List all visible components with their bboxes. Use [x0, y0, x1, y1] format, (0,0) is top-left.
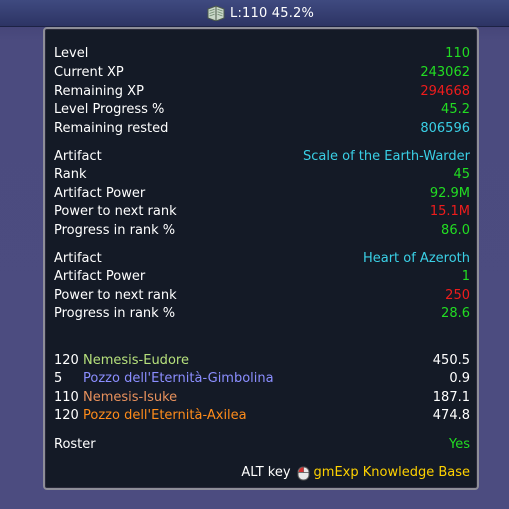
- artifact-rank-value: 45: [453, 167, 470, 182]
- mouse-icon: [297, 466, 310, 480]
- experience-broker[interactable]: L:110 45.2%: [206, 4, 314, 22]
- remaining-rested-row: Remaining rested 806596: [54, 120, 470, 138]
- character-name: Nemesis-Eudore: [83, 353, 189, 368]
- character-level: 5: [54, 371, 63, 386]
- character-level: 120: [54, 408, 79, 423]
- roster-row: Roster Yes: [54, 436, 470, 454]
- book-icon: [207, 5, 225, 21]
- level-progress-row: Level Progress % 45.2: [54, 101, 470, 119]
- character-row: 110 Nemesis-Isuke 187.1: [54, 389, 470, 407]
- alt-key-row: ALT key gmExp Knowledge Base: [54, 464, 470, 482]
- alt-key-label: ALT key: [241, 465, 291, 480]
- character-value: 474.8: [432, 408, 470, 423]
- level-progress-label: L:110 45.2%: [230, 5, 315, 21]
- artifact-label: Artifact: [54, 149, 102, 164]
- artifact-power-value: 92.9M: [429, 186, 470, 201]
- heart-next-rank-label: Power to next rank: [54, 288, 177, 303]
- character-value: 0.9: [449, 371, 470, 386]
- heart-power-label: Artifact Power: [54, 269, 146, 284]
- level-label: Level: [54, 46, 89, 61]
- remaining-rested-label: Remaining rested: [54, 121, 169, 136]
- knowledge-base-link[interactable]: gmExp Knowledge Base: [314, 464, 470, 482]
- artifact-power-label: Artifact Power: [54, 186, 146, 201]
- artifact-next-rank-row: Power to next rank 15.1M: [54, 203, 470, 221]
- character-name: Pozzo dell'Eternità-Gimbolina: [83, 371, 274, 386]
- level-progress-label: Level Progress %: [54, 102, 165, 117]
- artifact-next-rank-value: 15.1M: [429, 204, 470, 219]
- character-name: Nemesis-Isuke: [83, 390, 178, 405]
- artifact-progress-label: Progress in rank %: [54, 223, 176, 238]
- current-xp-value: 243062: [420, 65, 470, 80]
- level-value: 110: [445, 46, 470, 61]
- heart-power-row: Artifact Power 1: [54, 268, 470, 286]
- character-level: 120: [54, 353, 79, 368]
- remaining-rested-value: 806596: [420, 121, 470, 136]
- current-xp-label: Current XP: [54, 65, 124, 80]
- remaining-xp-value: 294668: [420, 84, 470, 99]
- character-row: 120 Pozzo dell'Eternità-Axilea 474.8: [54, 407, 470, 425]
- heart-progress-value: 28.6: [441, 306, 470, 321]
- artifact-progress-row: Progress in rank % 86.0: [54, 222, 470, 240]
- alt-key-hint: ALT key gmExp Knowledge Base: [241, 464, 470, 482]
- character-value: 187.1: [432, 390, 470, 405]
- current-xp-row: Current XP 243062: [54, 64, 470, 82]
- heart-artifact-label: Artifact: [54, 251, 102, 266]
- heart-next-rank-row: Power to next rank 250: [54, 287, 470, 305]
- level-row: Level 110: [54, 45, 470, 63]
- roster-label: Roster: [54, 437, 96, 452]
- artifact-progress-value: 86.0: [441, 223, 470, 238]
- artifact-name: Scale of the Earth-Warder: [303, 149, 470, 164]
- character-name: Pozzo dell'Eternità-Axilea: [83, 408, 247, 423]
- character-row: 5 Pozzo dell'Eternità-Gimbolina 0.9: [54, 370, 470, 388]
- remaining-xp-label: Remaining XP: [54, 84, 144, 99]
- heart-progress-row: Progress in rank % 28.6: [54, 305, 470, 323]
- heart-power-value: 1: [461, 269, 470, 284]
- artifact-row: Artifact Scale of the Earth-Warder: [54, 148, 470, 166]
- heart-next-rank-value: 250: [445, 288, 470, 303]
- remaining-xp-row: Remaining XP 294668: [54, 83, 470, 101]
- heart-artifact-row: Artifact Heart of Azeroth: [54, 250, 470, 268]
- experience-tooltip: Level 110 Current XP 243062 Remaining XP…: [43, 27, 479, 490]
- heart-progress-label: Progress in rank %: [54, 306, 176, 321]
- artifact-rank-row: Rank 45: [54, 166, 470, 184]
- top-status-bar[interactable]: L:110 45.2%: [0, 0, 509, 27]
- character-value: 450.5: [432, 353, 470, 368]
- artifact-next-rank-label: Power to next rank: [54, 204, 177, 219]
- roster-value: Yes: [449, 437, 470, 452]
- artifact-power-row: Artifact Power 92.9M: [54, 185, 470, 203]
- heart-artifact-name: Heart of Azeroth: [362, 251, 470, 266]
- character-level: 110: [54, 390, 79, 405]
- level-progress-value: 45.2: [441, 102, 470, 117]
- character-row: 120 Nemesis-Eudore 450.5: [54, 352, 470, 370]
- artifact-rank-label: Rank: [54, 167, 87, 182]
